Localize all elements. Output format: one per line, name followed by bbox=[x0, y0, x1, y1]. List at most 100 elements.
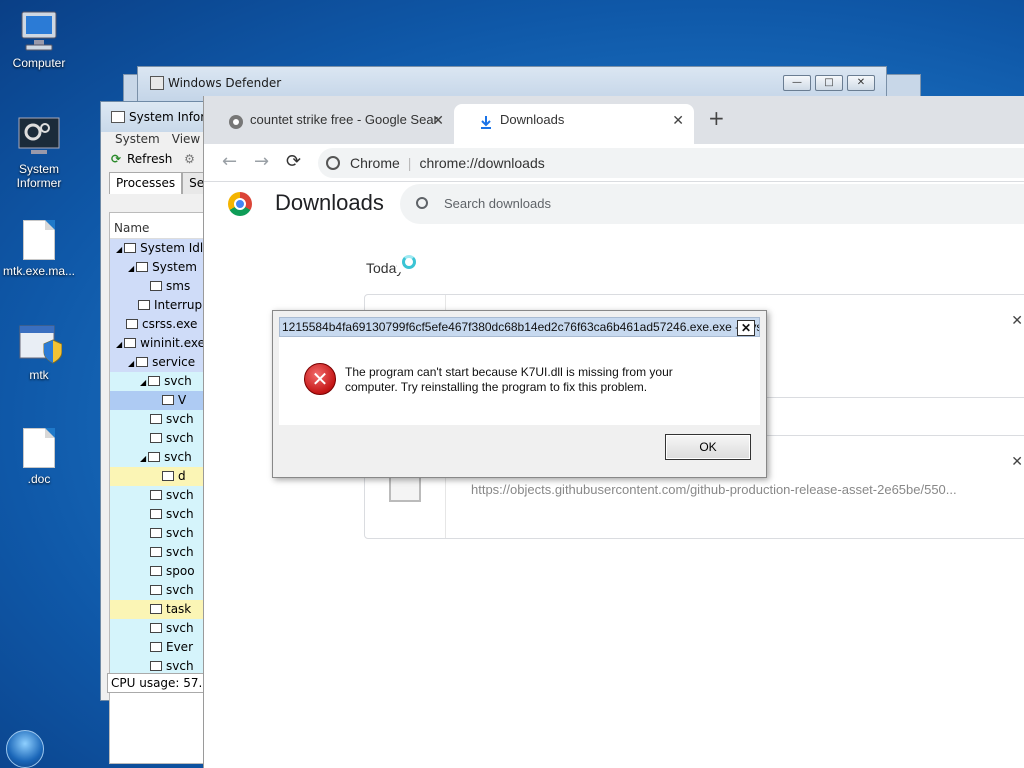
desktop-icon-computer[interactable]: Computer bbox=[0, 10, 78, 70]
process-icon bbox=[124, 338, 137, 348]
process-row[interactable]: svch bbox=[110, 524, 210, 543]
desktop-icon-label: mtk bbox=[29, 368, 49, 382]
close-button[interactable]: ✕ bbox=[737, 320, 755, 336]
tab-google-search[interactable]: countet strike free - Google Sear ✕ bbox=[204, 104, 454, 144]
process-icon bbox=[150, 528, 162, 538]
error-dialog[interactable]: 1215584b4fa69130799f6cf5efe467f380dc68b1… bbox=[272, 310, 767, 478]
download-url[interactable]: https://objects.githubusercontent.com/gi… bbox=[471, 482, 957, 497]
process-row[interactable]: svch bbox=[110, 505, 210, 524]
expand-arrow-icon[interactable]: ◢ bbox=[140, 378, 146, 387]
column-header-name[interactable]: Name bbox=[110, 213, 210, 239]
forward-icon[interactable]: → bbox=[254, 151, 269, 172]
file-icon bbox=[389, 474, 421, 502]
refresh-button[interactable]: ⟳ Refresh bbox=[111, 152, 172, 166]
status-bar-cpu: CPU usage: 57.05% bbox=[107, 673, 211, 693]
process-row[interactable]: svch bbox=[110, 581, 210, 600]
refresh-label: Refresh bbox=[127, 152, 173, 166]
process-icon bbox=[150, 623, 162, 633]
process-row[interactable]: svch bbox=[110, 543, 210, 562]
expand-arrow-icon[interactable]: ◢ bbox=[128, 359, 134, 368]
process-row[interactable]: ◢ wininit.exe bbox=[110, 334, 210, 353]
process-name: Ever bbox=[166, 640, 193, 654]
tab-downloads[interactable]: Downloads ✕ bbox=[454, 104, 694, 144]
expand-arrow-icon[interactable]: ◢ bbox=[116, 340, 122, 349]
process-rows: ◢ System Idl ◢ System sms Interrup csrss.exe ◢ w… bbox=[110, 239, 210, 676]
process-icon bbox=[150, 661, 162, 671]
busy-spinner-icon bbox=[402, 255, 416, 269]
process-icon bbox=[150, 566, 162, 576]
process-name: svch bbox=[166, 412, 194, 426]
process-row[interactable]: ◢ svch bbox=[110, 448, 210, 467]
process-row[interactable]: task bbox=[110, 600, 210, 619]
menu-bar: System View bbox=[101, 132, 209, 150]
process-row[interactable]: Ever bbox=[110, 638, 210, 657]
dialog-body: ✕ The program can't start because K7UI.d… bbox=[279, 337, 760, 425]
system-informer-window[interactable]: System Inform System View ⟳ Refresh ⚙ Proc… bbox=[100, 101, 227, 764]
process-icon bbox=[150, 642, 162, 652]
refresh-icon: ⟳ bbox=[111, 152, 122, 166]
process-name: wininit.exe bbox=[140, 336, 205, 350]
expand-arrow-icon[interactable]: ◢ bbox=[140, 454, 146, 463]
remove-download-icon[interactable]: ✕ bbox=[1011, 313, 1023, 329]
process-name: svch bbox=[166, 621, 194, 635]
process-row[interactable]: svch bbox=[110, 486, 210, 505]
new-tab-button[interactable]: + bbox=[708, 106, 725, 130]
computer-icon bbox=[21, 11, 57, 51]
options-icon[interactable]: ⚙ bbox=[184, 152, 195, 166]
desktop-icon-mtk-manifest[interactable]: mtk.exe.ma... bbox=[0, 220, 78, 278]
error-icon: ✕ bbox=[304, 363, 336, 395]
reload-icon[interactable]: ⟳ bbox=[286, 151, 301, 172]
window-titlebar: System Inform bbox=[101, 102, 209, 132]
process-row[interactable]: ◢ svch bbox=[110, 372, 210, 391]
expand-arrow-icon[interactable]: ◢ bbox=[128, 264, 134, 273]
omnibox-separator: | bbox=[407, 155, 412, 171]
back-icon[interactable]: ← bbox=[222, 151, 237, 172]
chrome-page-icon bbox=[326, 156, 340, 170]
process-name: svch bbox=[166, 659, 194, 673]
process-name: svch bbox=[166, 431, 194, 445]
process-icon bbox=[162, 395, 174, 405]
desktop-icon-label: System Informer bbox=[16, 162, 62, 190]
process-row[interactable]: ◢ System Idl bbox=[110, 239, 210, 258]
address-bar[interactable]: Chrome | chrome://downloads bbox=[318, 148, 1024, 178]
desktop-icon-doc[interactable]: .doc bbox=[0, 428, 78, 486]
downloads-header: Downloads Search downloads bbox=[204, 182, 1024, 230]
process-name: spoo bbox=[166, 564, 195, 578]
tab-processes[interactable]: Processes bbox=[109, 172, 183, 194]
omnibox-label: Chrome bbox=[350, 155, 400, 171]
minimize-button[interactable]: — bbox=[783, 75, 811, 91]
dialog-titlebar: 1215584b4fa69130799f6cf5efe467f380dc68b1… bbox=[279, 317, 760, 337]
desktop-icon-label: mtk.exe.ma... bbox=[2, 264, 76, 278]
process-row[interactable]: d bbox=[110, 467, 210, 486]
close-icon[interactable]: ✕ bbox=[672, 112, 684, 129]
process-icon bbox=[150, 433, 162, 443]
close-button[interactable]: ✕ bbox=[847, 75, 875, 91]
process-row[interactable]: sms bbox=[110, 277, 210, 296]
process-name: Interrup bbox=[154, 298, 203, 312]
process-row[interactable]: Interrup bbox=[110, 296, 210, 315]
menu-system[interactable]: System bbox=[115, 132, 160, 146]
search-placeholder: Search downloads bbox=[444, 196, 551, 211]
process-icon bbox=[150, 585, 162, 595]
menu-view[interactable]: View bbox=[172, 132, 200, 146]
process-row[interactable]: ◢ service bbox=[110, 353, 210, 372]
desktop-icon-mtk[interactable]: mtk bbox=[0, 322, 78, 382]
process-row[interactable]: V bbox=[110, 391, 210, 410]
start-button[interactable] bbox=[6, 730, 44, 768]
ok-button[interactable]: OK bbox=[665, 434, 751, 460]
process-name: svch bbox=[164, 450, 192, 464]
process-row[interactable]: ◢ System bbox=[110, 258, 210, 277]
remove-download-icon[interactable]: ✕ bbox=[1011, 454, 1023, 470]
process-row[interactable]: svch bbox=[110, 429, 210, 448]
process-name: svch bbox=[166, 488, 194, 502]
search-downloads-input[interactable]: Search downloads bbox=[400, 184, 1024, 224]
process-row[interactable]: csrss.exe bbox=[110, 315, 210, 334]
expand-arrow-icon[interactable]: ◢ bbox=[116, 245, 122, 254]
close-icon[interactable]: ✕ bbox=[432, 112, 444, 129]
process-row[interactable]: svch bbox=[110, 410, 210, 429]
process-icon bbox=[138, 300, 150, 310]
process-row[interactable]: spoo bbox=[110, 562, 210, 581]
desktop-icon-system-informer[interactable]: System Informer bbox=[0, 116, 78, 190]
maximize-button[interactable]: □ bbox=[815, 75, 843, 91]
process-row[interactable]: svch bbox=[110, 619, 210, 638]
